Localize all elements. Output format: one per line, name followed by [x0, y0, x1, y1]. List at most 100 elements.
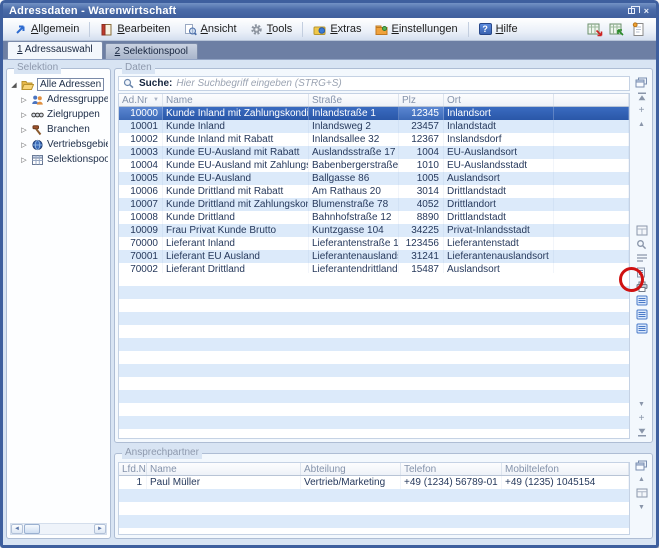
card-view-icon[interactable] [635, 224, 649, 236]
column-chooser-icon[interactable] [635, 76, 649, 88]
cell-ort[interactable]: Lieferantenauslandsort [444, 250, 554, 263]
table-row[interactable]: 10003Kunde EU-Ausland mit RabattAuslands… [119, 146, 629, 159]
column-header-lfdnr[interactable]: Lfd.Nr. [119, 463, 147, 475]
menu-ansicht[interactable]: Ansicht [178, 21, 243, 37]
close-button[interactable]: × [640, 5, 653, 17]
cell-strasse[interactable]: Bahnhofstraße 12 [309, 211, 399, 224]
cell-mobiltelefon[interactable]: +49 (1235) 1045154 [502, 476, 629, 489]
cell-name[interactable]: Kunde Inland mit Zahlungskondition und L… [163, 107, 309, 120]
tree-item-label[interactable]: Branchen [47, 124, 90, 135]
insert-row-icon[interactable]: + [635, 104, 649, 116]
cell-name[interactable]: Kunde EU-Ausland mit Zahlungskondtionen [163, 159, 309, 172]
cell-strasse[interactable]: Inlandsweg 2 [309, 120, 399, 133]
cell-ort[interactable]: Auslandsort [444, 172, 554, 185]
table-row[interactable]: 10006Kunde Drittland mit RabattAm Rathau… [119, 185, 629, 198]
cell-ort[interactable]: Inslandsdorf [444, 133, 554, 146]
menu-extras[interactable]: Extras [307, 21, 367, 37]
cell-plz[interactable]: 4052 [399, 198, 444, 211]
cell-extra[interactable] [554, 133, 629, 146]
table-row[interactable]: 70001Lieferant EU AuslandLieferantenausl… [119, 250, 629, 263]
column-header-name[interactable]: Name [163, 94, 309, 106]
cell-plz[interactable]: 1005 [399, 172, 444, 185]
tree-expanded-icon[interactable]: ◢ [10, 81, 18, 89]
cell-strasse[interactable]: Lieferantenauslandsweg 2 [309, 250, 399, 263]
cell-name[interactable]: Kunde EU-Ausland mit Rabatt [163, 146, 309, 159]
cell-strasse[interactable]: Kuntzgasse 104 [309, 224, 399, 237]
tree-collapsed-icon[interactable]: ▷ [20, 111, 28, 119]
table-row[interactable]: 10009Frau Privat Kunde BruttoKuntzgasse … [119, 224, 629, 237]
cell-ort[interactable]: EU-Auslandsstadt [444, 159, 554, 172]
cell-ort[interactable]: Privat-Inlandsstadt [444, 224, 554, 237]
cell-extra[interactable] [554, 120, 629, 133]
list-view-2-icon[interactable] [635, 308, 649, 320]
cell-ort[interactable]: Inlandsort [444, 107, 554, 120]
cell-adnr[interactable]: 10007 [119, 198, 163, 211]
menu-bearbeiten[interactable]: Bearbeiten [94, 21, 176, 37]
contacts-card-view-icon[interactable] [635, 487, 649, 499]
cell-abteilung[interactable]: Vertrieb/Marketing [301, 476, 401, 489]
cell-plz[interactable]: 31241 [399, 250, 444, 263]
column-header-abteilung[interactable]: Abteilung [301, 463, 401, 475]
table-row[interactable]: 10005Kunde EU-AuslandBallgasse 861005Aus… [119, 172, 629, 185]
scroll-right-icon[interactable]: ► [94, 524, 106, 534]
column-header-telefon[interactable]: Telefon [401, 463, 502, 475]
table-export-button[interactable] [586, 21, 603, 37]
cell-extra[interactable] [554, 224, 629, 237]
restore-button[interactable] [625, 5, 638, 17]
cell-ort[interactable]: Drittlandort [444, 198, 554, 211]
cell-name[interactable]: Kunde Drittland [163, 211, 309, 224]
append-row-icon[interactable]: + [635, 412, 649, 424]
cell-name[interactable]: Kunde Inland mit Rabatt [163, 133, 309, 146]
column-header-strasse[interactable]: Straße [309, 94, 399, 106]
cell-extra[interactable] [554, 107, 629, 120]
tree-item-zielgruppen[interactable]: ▷ Zielgruppen [10, 107, 108, 122]
cell-adnr[interactable]: 10008 [119, 211, 163, 224]
column-header-plz[interactable]: Plz [399, 94, 444, 106]
tree-item-label[interactable]: Vertriebsgebiete [47, 139, 108, 150]
tree-item-label[interactable]: Zielgruppen [47, 109, 100, 120]
cell-extra[interactable] [554, 146, 629, 159]
cell-name[interactable]: Kunde Drittland mit Rabatt [163, 185, 309, 198]
tree-item-label[interactable]: Alle Adressen [37, 78, 104, 91]
scroll-bottom-icon[interactable] [635, 426, 649, 438]
menu-hilfe[interactable]: ? Hilfe [473, 21, 524, 37]
tree-item-label[interactable]: Adressgruppen [47, 94, 108, 105]
menu-einstellungen[interactable]: Einstellungen [369, 21, 464, 37]
cell-adnr[interactable]: 10002 [119, 133, 163, 146]
table-row[interactable]: 1Paul MüllerVertrieb/Marketing+49 (1234)… [119, 476, 629, 489]
scroll-top-icon[interactable] [635, 90, 649, 102]
cell-telefon[interactable]: +49 (1234) 56789-01 [401, 476, 502, 489]
tree-item-adressgruppen[interactable]: ▷ Adressgruppen [10, 92, 108, 107]
list-view-1-icon[interactable] [635, 294, 649, 306]
cell-adnr[interactable]: 10000 [119, 107, 163, 120]
cell-strasse[interactable]: Inlandstraße 1 [309, 107, 399, 120]
column-header-contact-name[interactable]: Name [147, 463, 301, 475]
cell-extra[interactable] [554, 172, 629, 185]
scrollbar-thumb[interactable] [24, 524, 40, 534]
list-view-3-icon[interactable] [635, 322, 649, 334]
cell-ort[interactable]: Inlandstadt [444, 120, 554, 133]
cell-strasse[interactable]: Babenbergerstraße 125 [309, 159, 399, 172]
cell-lfdnr[interactable]: 1 [119, 476, 147, 489]
cell-strasse[interactable]: Am Rathaus 20 [309, 185, 399, 198]
list-edit-icon[interactable] [635, 252, 649, 264]
export-document-icon[interactable] [635, 266, 649, 278]
search-input[interactable] [176, 78, 625, 89]
cell-name[interactable]: Kunde EU-Ausland [163, 172, 309, 185]
print-icon[interactable] [635, 280, 649, 292]
cell-strasse[interactable]: Ballgasse 86 [309, 172, 399, 185]
cell-extra[interactable] [554, 211, 629, 224]
tree-item-selektionspools[interactable]: ▷ Selektionspools [10, 152, 108, 167]
horizontal-scrollbar[interactable]: ◄ ► [10, 523, 107, 535]
cell-name[interactable]: Kunde Inland [163, 120, 309, 133]
cell-name[interactable]: Lieferant EU Ausland [163, 250, 309, 263]
cell-plz[interactable]: 12367 [399, 133, 444, 146]
cell-extra[interactable] [554, 237, 629, 250]
cell-name[interactable]: Paul Müller [147, 476, 301, 489]
cell-extra[interactable] [554, 185, 629, 198]
cell-adnr[interactable]: 10004 [119, 159, 163, 172]
search-bar[interactable]: Suche: [118, 76, 630, 91]
cell-adnr[interactable]: 10003 [119, 146, 163, 159]
tree-item-branchen[interactable]: ▷ Branchen [10, 122, 108, 137]
tree-item-label[interactable]: Selektionspools [47, 154, 108, 165]
